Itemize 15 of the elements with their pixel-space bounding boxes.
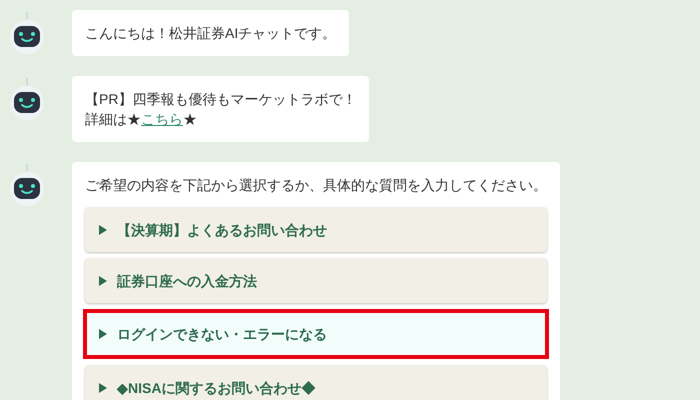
caret-icon	[99, 224, 107, 234]
caret-icon	[99, 329, 107, 339]
option-button[interactable]: 証券口座への入金方法	[85, 258, 547, 303]
caret-icon	[99, 276, 107, 286]
message-text: ご希望の内容を下記から選択するか、具体的な質問を入力してください。	[85, 176, 547, 195]
option-button[interactable]: 【決算期】よくあるお問い合わせ	[85, 207, 547, 252]
robot-avatar-icon	[8, 162, 46, 206]
message-text: こんにちは！松井証券AIチャットです。	[85, 24, 336, 43]
caret-icon	[99, 382, 107, 392]
option-button[interactable]: ◆NISAに関するお問い合わせ◆	[85, 365, 547, 400]
details-link[interactable]: こちら	[141, 111, 183, 127]
robot-avatar-icon	[8, 76, 46, 120]
robot-avatar-icon	[8, 10, 46, 54]
option-button[interactable]: ログインできない・エラーになる	[83, 309, 549, 359]
message-text: 【PR】四季報も優待もマーケットラボで！ 詳細は★こちら★	[85, 90, 356, 129]
